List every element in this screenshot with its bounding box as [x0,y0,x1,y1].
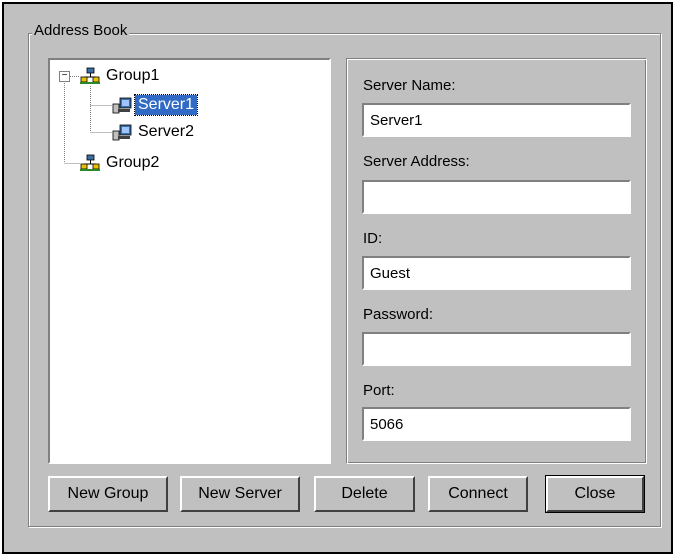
id-field[interactable] [362,256,631,290]
tree-server-label: Server2 [138,123,195,140]
server-icon [112,97,132,114]
port-field[interactable] [362,407,631,441]
id-label: ID: [363,230,383,247]
network-group-icon [80,154,100,171]
tree-group-label: Group1 [106,67,160,84]
server-address-label: Server Address: [363,153,470,170]
password-label: Password: [363,306,434,323]
server-name-field[interactable] [362,103,631,137]
tree-group-group2[interactable]: Group2 [80,153,162,173]
group1-collapse-toggle[interactable]: − [59,71,70,82]
connect-button[interactable]: Connect [428,476,528,512]
tree-server-server1[interactable]: Server1 [112,94,199,116]
server-address-field[interactable] [362,180,631,214]
tree-group-group1[interactable]: Group1 [80,66,162,86]
port-label: Port: [363,382,395,399]
server-icon [112,124,132,141]
groupbox-title: Address Book [32,22,130,39]
delete-button[interactable]: Delete [314,476,415,512]
new-group-button[interactable]: New Group [48,476,168,512]
password-field[interactable] [362,332,631,366]
close-button[interactable]: Close [545,475,645,513]
tree-group-label: Group2 [106,154,160,171]
tree-server-label: Server1 [133,94,199,116]
server-tree[interactable]: − Group1 Server1 Server2 Group2 [48,58,331,464]
tree-connector-lines [64,76,112,164]
server-properties-panel: Server Name: Server Address: ID: Passwor… [346,58,647,464]
new-server-button[interactable]: New Server [180,476,300,512]
server-name-label: Server Name: [363,77,456,94]
network-group-icon [80,67,100,84]
tree-server-server2[interactable]: Server2 [112,122,197,142]
